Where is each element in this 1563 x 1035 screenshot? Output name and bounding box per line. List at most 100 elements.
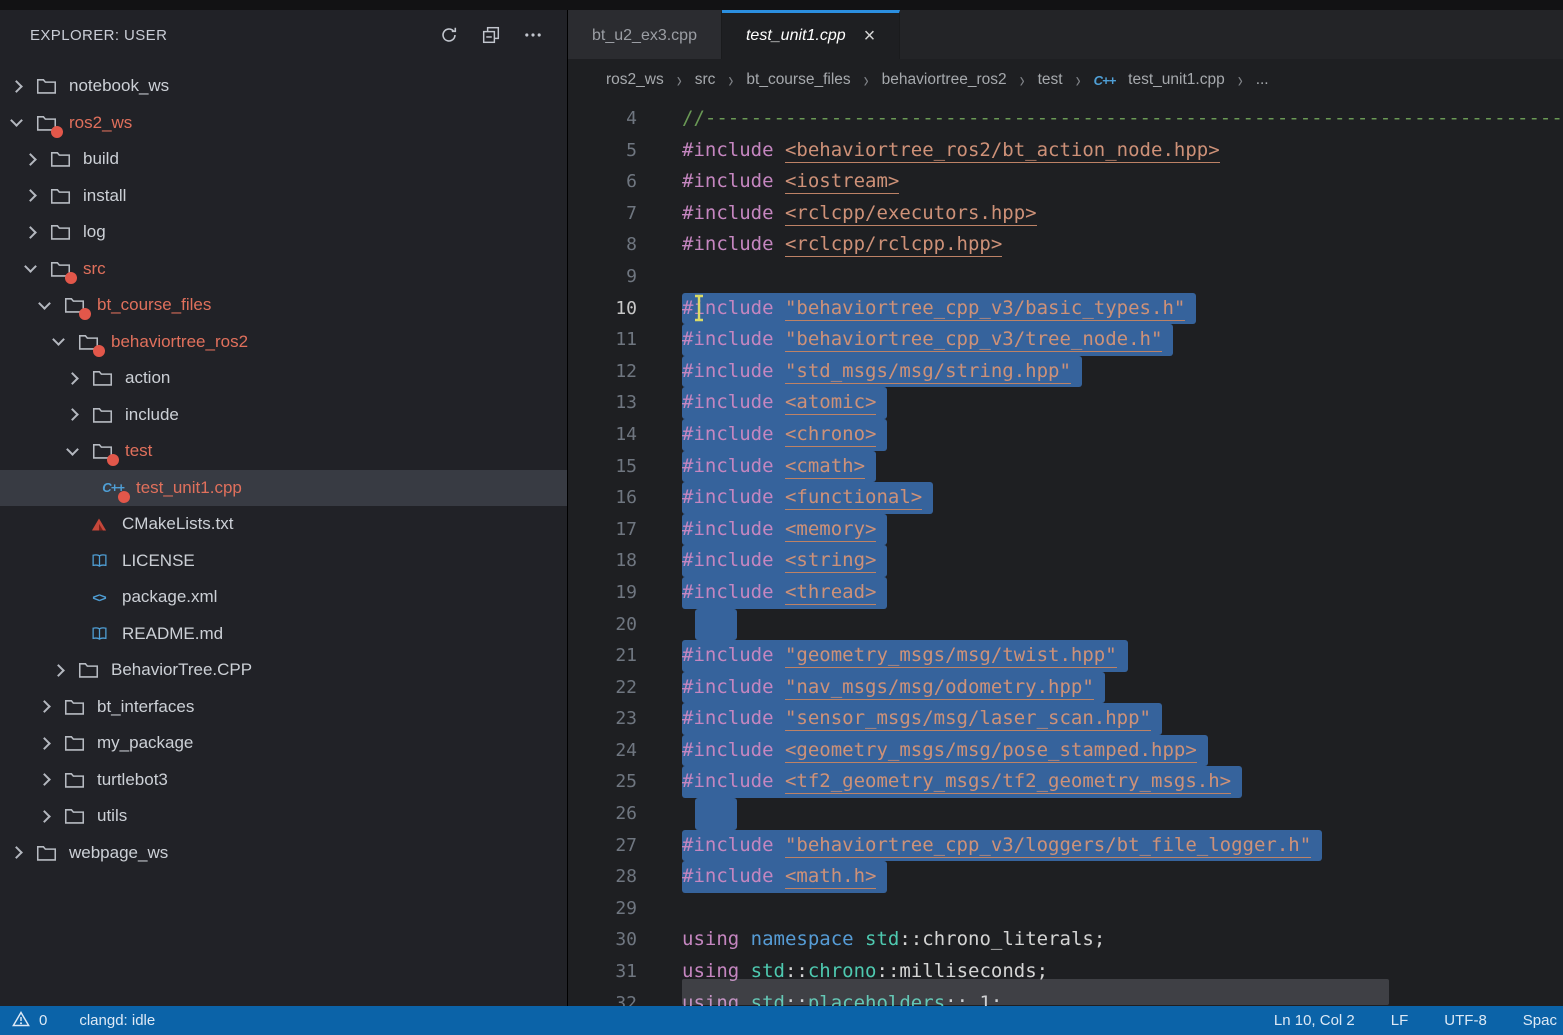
code-line-15[interactable]: 15#include <cmath> [568,451,1563,483]
code-line-8[interactable]: 8#include <rclcpp/rclcpp.hpp> [568,229,1563,261]
tree-item-install[interactable]: install [0,178,567,215]
problems-status[interactable]: 0 clangd: idle [12,1011,155,1031]
tree-item-action[interactable]: action [0,360,567,397]
line-number[interactable]: 12 [568,356,637,388]
breadcrumb-item[interactable]: behaviortree_ros2 [882,71,1007,89]
line-number[interactable]: 16 [568,482,637,514]
line-number[interactable]: 30 [568,924,637,956]
tree-item-CMakeLists.txt[interactable]: CMakeLists.txt [0,506,567,543]
tree-item-utils[interactable]: utils [0,798,567,835]
tree-item-ros2_ws[interactable]: ros2_ws [0,105,567,142]
breadcrumb-item[interactable]: ros2_ws [606,71,664,89]
line-number[interactable]: 25 [568,766,637,798]
code-editor[interactable]: 4//-------------------------------------… [568,101,1563,1006]
line-number[interactable]: 21 [568,640,637,672]
line-number[interactable]: 8 [568,229,637,261]
code-line-25[interactable]: 25#include <tf2_geometry_msgs/tf2_geomet… [568,766,1563,798]
line-number[interactable]: 15 [568,451,637,483]
code-line-24[interactable]: 24#include <geometry_msgs/msg/pose_stamp… [568,735,1563,767]
line-number[interactable]: 17 [568,514,637,546]
tree-item-turtlebot3[interactable]: turtlebot3 [0,762,567,799]
line-number[interactable]: 31 [568,956,637,988]
tab-bt_u2_ex3-cpp[interactable]: bt_u2_ex3.cpp [568,10,722,59]
eol-indicator[interactable]: LF [1391,1012,1409,1029]
code-line-17[interactable]: 17#include <memory> [568,514,1563,546]
code-line-4[interactable]: 4//-------------------------------------… [568,103,1563,135]
breadcrumb-item[interactable]: test [1038,71,1063,89]
tree-item-behaviortree_ros2[interactable]: behaviortree_ros2 [0,324,567,361]
code-line-22[interactable]: 22#include "nav_msgs/msg/odometry.hpp" [568,672,1563,704]
line-number[interactable]: 5 [568,135,637,167]
code-line-7[interactable]: 7#include <rclcpp/executors.hpp> [568,198,1563,230]
line-number[interactable]: 19 [568,577,637,609]
collapse-folders-button[interactable] [477,21,505,49]
tree-item-test_unit1.cpp[interactable]: C++test_unit1.cpp [0,470,567,507]
code-line-13[interactable]: 13#include <atomic> [568,387,1563,419]
more-actions-button[interactable] [519,21,547,49]
tree-item-README.md[interactable]: README.md [0,616,567,653]
encoding-indicator[interactable]: UTF-8 [1444,1012,1487,1029]
line-number[interactable]: 22 [568,672,637,704]
code-line-27[interactable]: 27#include "behaviortree_cpp_v3/loggers/… [568,830,1563,862]
breadcrumb-file[interactable]: test_unit1.cpp [1128,71,1225,89]
indent-indicator[interactable]: Spac [1523,1012,1557,1029]
line-number[interactable]: 18 [568,545,637,577]
code-line-28[interactable]: 28#include <math.h> [568,861,1563,893]
tree-item-webpage_ws[interactable]: webpage_ws [0,835,567,872]
tree-item-include[interactable]: include [0,397,567,434]
line-number[interactable]: 28 [568,861,637,893]
tree-item-LICENSE[interactable]: LICENSE [0,543,567,580]
code-line-18[interactable]: 18#include <string> [568,545,1563,577]
line-number[interactable]: 23 [568,703,637,735]
line-number[interactable]: 32 [568,988,637,1006]
tree-item-notebook_ws[interactable]: notebook_ws [0,68,567,105]
line-number[interactable]: 29 [568,893,637,925]
line-number[interactable]: 24 [568,735,637,767]
line-number[interactable]: 4 [568,103,637,135]
line-number[interactable]: 6 [568,166,637,198]
code-line-12[interactable]: 12#include "std_msgs/msg/string.hpp" [568,356,1563,388]
tree-item-log[interactable]: log [0,214,567,251]
code-line-21[interactable]: 21#include "geometry_msgs/msg/twist.hpp" [568,640,1563,672]
cursor-position[interactable]: Ln 10, Col 2 [1274,1012,1355,1029]
clangd-status[interactable]: clangd: idle [79,1012,155,1029]
line-number[interactable]: 14 [568,419,637,451]
tree-item-bt_course_files[interactable]: bt_course_files [0,287,567,324]
tree-item-bt_interfaces[interactable]: bt_interfaces [0,689,567,726]
code-token: <tf2_geometry_msgs/tf2_geometry_msgs.h> [785,770,1231,794]
code-line-11[interactable]: 11#include "behaviortree_cpp_v3/tree_nod… [568,324,1563,356]
tree-item-test[interactable]: test [0,433,567,470]
code-line-6[interactable]: 6#include <iostream> [568,166,1563,198]
tree-item-package.xml[interactable]: <>package.xml [0,579,567,616]
line-number[interactable]: 27 [568,830,637,862]
line-number[interactable]: 11 [568,324,637,356]
tree-item-my_package[interactable]: my_package [0,725,567,762]
code-line-26[interactable]: 26 [568,798,1563,830]
code-line-19[interactable]: 19#include <thread> [568,577,1563,609]
line-number[interactable]: 13 [568,387,637,419]
code-line-20[interactable]: 20 [568,609,1563,641]
code-line-9[interactable]: 9 [568,261,1563,293]
tree-item-src[interactable]: src [0,251,567,288]
code-line-14[interactable]: 14#include <chrono> [568,419,1563,451]
code-line-30[interactable]: 30using namespace std::chrono_literals; [568,924,1563,956]
line-number[interactable]: 7 [568,198,637,230]
tree-item-BehaviorTree.CPP[interactable]: BehaviorTree.CPP [0,652,567,689]
code-line-5[interactable]: 5#include <behaviortree_ros2/bt_action_n… [568,135,1563,167]
close-tab-icon[interactable]: × [864,26,876,46]
tab-test_unit1-cpp[interactable]: test_unit1.cpp × [722,10,900,59]
line-number[interactable]: 9 [568,261,637,293]
code-line-16[interactable]: 16#include <functional> [568,482,1563,514]
breadcrumb-more[interactable]: ... [1256,71,1269,89]
horizontal-scrollbar[interactable] [682,979,1389,1005]
line-number[interactable]: 20 [568,609,637,641]
breadcrumb-item[interactable]: src [695,71,716,89]
breadcrumb-item[interactable]: bt_course_files [746,71,850,89]
refresh-explorer-button[interactable] [435,21,463,49]
line-number[interactable]: 10 [568,293,637,325]
code-line-23[interactable]: 23#include "sensor_msgs/msg/laser_scan.h… [568,703,1563,735]
tree-item-build[interactable]: build [0,141,567,178]
code-line-29[interactable]: 29 [568,893,1563,925]
code-line-10[interactable]: 10#include "behaviortree_cpp_v3/basic_ty… [568,293,1563,325]
line-number[interactable]: 26 [568,798,637,830]
